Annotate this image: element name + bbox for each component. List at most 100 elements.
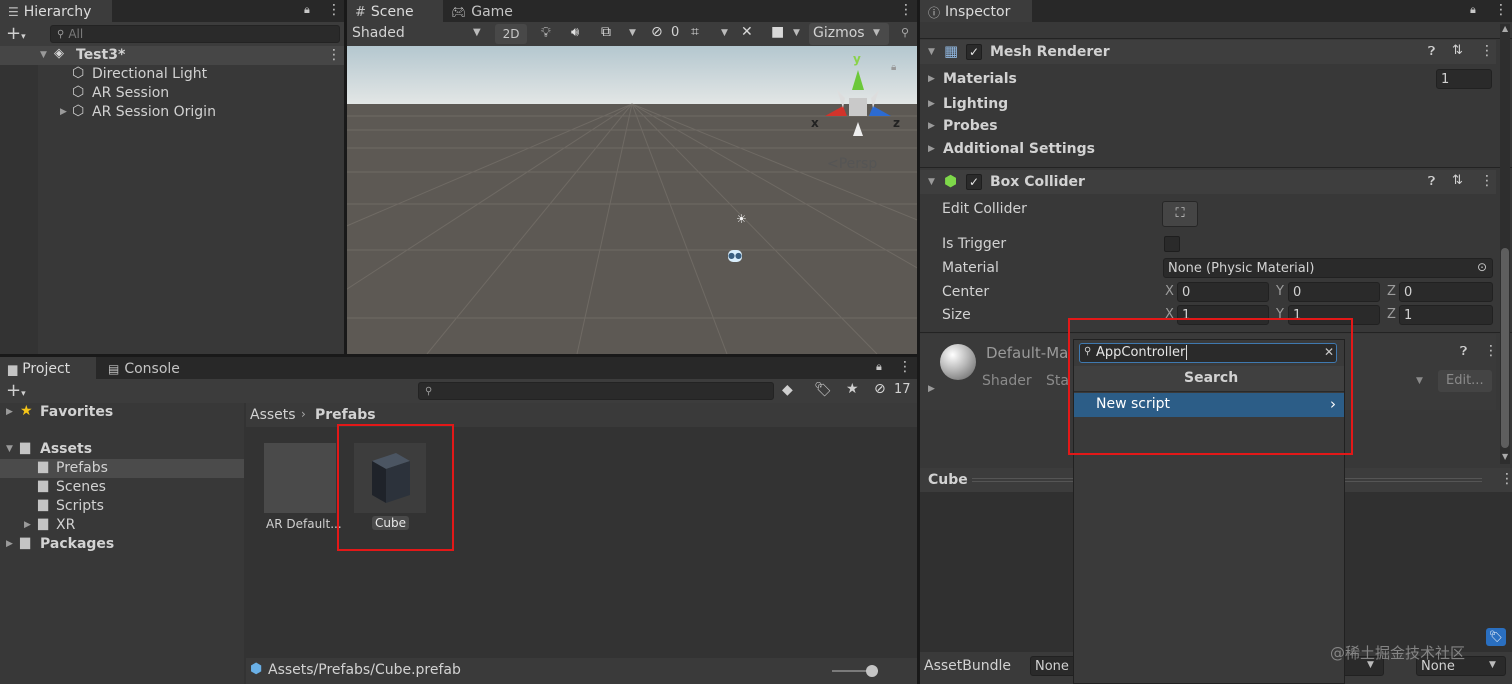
favorites-row[interactable]: ▶ ★ Favorites <box>0 403 244 422</box>
tab-inspector[interactable]: ⓘ Inspector <box>920 0 1032 22</box>
scene-viewport[interactable]: y x z 🔒︎ <Persp ☀ ●● <box>347 46 917 354</box>
scene-row[interactable]: ▼ ◈ Test3* ⋮ <box>0 46 344 65</box>
add-create-button[interactable]: +▾ <box>6 23 26 44</box>
toggle-2d-button[interactable]: 2D <box>495 24 527 44</box>
slider-handle[interactable] <box>866 665 878 677</box>
expand-arrow-icon[interactable]: ▶ <box>6 539 13 549</box>
expand-arrow-icon[interactable]: ▶ <box>928 99 935 109</box>
effects-layers-icon[interactable]: ⧉ <box>601 24 611 40</box>
lock-icon[interactable]: 🔒︎ <box>876 360 882 374</box>
center-x-field[interactable]: 0 <box>1177 282 1269 302</box>
help-icon[interactable]: ❓︎ <box>1428 44 1435 59</box>
center-y-field[interactable]: 0 <box>1288 282 1380 302</box>
grid-snap-icon[interactable]: ⌗ <box>691 24 699 40</box>
folder-item-prefabs[interactable]: ▆ Prefabs <box>0 459 244 478</box>
is-trigger-checkbox[interactable] <box>1164 236 1180 252</box>
shader-edit-button[interactable]: Edit... <box>1438 370 1492 392</box>
lock-icon[interactable]: 🔒︎ <box>1470 3 1476 17</box>
hierarchy-item[interactable]: ▶ ⬡ AR Session Origin <box>0 103 344 122</box>
help-icon[interactable]: ❓︎ <box>1460 344 1467 359</box>
materials-row[interactable]: ▶ Materials 1 <box>920 68 1496 90</box>
audio-speaker-icon[interactable]: 🔊︎ <box>571 25 579 40</box>
dropdown-arrow-icon[interactable]: ▼ <box>793 28 800 38</box>
hierarchy-item[interactable]: ⬡ AR Session <box>0 84 344 103</box>
scroll-up-arrow-icon[interactable]: ▲ <box>1502 24 1508 33</box>
camera-gizmo-icon[interactable]: ●● <box>728 250 742 262</box>
more-options-icon[interactable]: ⋮ <box>899 2 913 18</box>
center-z-field[interactable]: 0 <box>1399 282 1493 302</box>
favorite-star-icon[interactable]: ★ <box>846 381 859 397</box>
packages-row[interactable]: ▶ ▆ Packages <box>0 535 244 554</box>
expand-arrow-icon[interactable]: ▼ <box>40 50 47 60</box>
filter-label-icon[interactable]: 🏷︎ <box>814 382 832 398</box>
tab-game[interactable]: 🎮︎ Game <box>443 0 523 22</box>
assets-row[interactable]: ▼ ▆ Assets <box>0 440 244 459</box>
component-options-icon[interactable]: ⋮ <box>1484 343 1498 359</box>
hidden-eye-icon[interactable]: ⊘ <box>651 24 663 40</box>
scene-options-icon[interactable]: ⋮ <box>327 47 341 63</box>
box-collider-enabled-checkbox[interactable]: ✓ <box>966 174 982 190</box>
scroll-down-arrow-icon[interactable]: ▼ <box>1502 452 1508 461</box>
expand-arrow-icon[interactable]: ▶ <box>928 384 935 394</box>
hierarchy-item[interactable]: ⬡ Directional Light <box>0 65 344 84</box>
probes-row[interactable]: ▶ Probes <box>920 115 1496 137</box>
edit-collider-button[interactable]: ⛶ <box>1162 201 1198 227</box>
folder-item-xr[interactable]: ▶ ▆ XR <box>0 516 244 535</box>
project-search-input[interactable]: ⚲ <box>418 382 774 400</box>
icon-size-slider[interactable] <box>832 665 878 677</box>
additional-settings-row[interactable]: ▶ Additional Settings <box>920 138 1496 160</box>
presets-icon[interactable]: ⇅ <box>1452 173 1463 188</box>
mesh-renderer-header[interactable]: ▼ ▦ ✓ Mesh Renderer ❓︎ ⇅ ⋮ <box>920 40 1496 64</box>
add-create-button[interactable]: +▾ <box>6 380 26 401</box>
inspector-scrollbar[interactable]: ▲ ▼ <box>1500 24 1510 464</box>
hierarchy-search-input[interactable]: ⚲ All <box>50 25 340 43</box>
dropdown-arrow-icon[interactable]: ▼ <box>629 28 636 38</box>
expand-arrow-icon[interactable]: ▶ <box>60 107 67 117</box>
collapse-arrow-icon[interactable]: ▼ <box>928 47 935 57</box>
dropdown-arrow-icon[interactable]: ▼ <box>721 28 728 38</box>
tools-icon[interactable]: ✕ <box>741 24 753 40</box>
expand-arrow-icon[interactable]: ▶ <box>928 74 935 84</box>
folder-item-scripts[interactable]: ▆ Scripts <box>0 497 244 516</box>
object-picker-icon[interactable]: ⊙ <box>1477 260 1487 274</box>
scroll-thumb[interactable] <box>1501 248 1509 448</box>
breadcrumb-root[interactable]: Assets <box>250 407 296 423</box>
gizmos-dropdown[interactable]: Gizmos ▼ <box>809 23 889 45</box>
mesh-renderer-enabled-checkbox[interactable]: ✓ <box>966 44 982 60</box>
search-icon[interactable]: ⚲ <box>901 26 909 39</box>
filter-type-icon[interactable]: ◆ <box>782 382 793 398</box>
more-options-icon[interactable]: ⋮ <box>1494 2 1508 18</box>
more-options-icon[interactable]: ⋮ <box>898 359 912 375</box>
more-options-icon[interactable]: ⋮ <box>327 2 341 18</box>
lock-icon[interactable]: 🔒︎ <box>891 62 896 73</box>
size-z-field[interactable]: 1 <box>1399 305 1493 325</box>
preview-options-icon[interactable]: ⋮ <box>1500 471 1512 487</box>
asset-label-tag-icon[interactable]: 🏷︎ <box>1486 628 1506 646</box>
shader-dropdown-arrow-icon[interactable]: ▼ <box>1416 376 1423 386</box>
collapse-arrow-icon[interactable]: ▼ <box>928 177 935 187</box>
expand-arrow-icon[interactable]: ▶ <box>6 407 13 417</box>
tab-project[interactable]: ▆ Project <box>0 357 96 379</box>
tab-console[interactable]: ▤ Console <box>100 357 190 379</box>
expand-arrow-icon[interactable]: ▶ <box>928 144 935 154</box>
expand-arrow-icon[interactable]: ▶ <box>24 520 31 530</box>
box-collider-header[interactable]: ▼ ⬢ ✓ Box Collider ❓︎ ⇅ ⋮ <box>920 170 1496 194</box>
component-options-icon[interactable]: ⋮ <box>1480 43 1494 59</box>
component-options-icon[interactable]: ⋮ <box>1480 173 1494 189</box>
shader-value[interactable]: Sta <box>1046 373 1069 389</box>
breadcrumb-current[interactable]: Prefabs <box>315 407 376 423</box>
presets-icon[interactable]: ⇅ <box>1452 43 1463 58</box>
hidden-eye-icon[interactable]: ⊘ <box>874 381 886 397</box>
shading-mode-dropdown[interactable]: Shaded ▼ <box>347 22 487 46</box>
help-icon[interactable]: ❓︎ <box>1428 174 1435 189</box>
axis-gizmo[interactable]: y x z <box>807 52 903 148</box>
lighting-row[interactable]: ▶ Lighting <box>920 93 1496 115</box>
asset-tile[interactable]: AR Default... <box>264 443 342 533</box>
materials-count-field[interactable]: 1 <box>1436 69 1492 89</box>
physic-material-field[interactable]: None (Physic Material) ⊙ <box>1163 258 1493 278</box>
tab-hierarchy[interactable]: ☰ Hierarchy <box>0 0 112 22</box>
lighting-bulb-icon[interactable]: 💡︎ <box>541 25 551 41</box>
camera-icon[interactable]: ■ <box>771 24 784 40</box>
lock-icon[interactable]: 🔒︎ <box>304 3 310 17</box>
light-gizmo-icon[interactable]: ☀ <box>736 212 747 226</box>
